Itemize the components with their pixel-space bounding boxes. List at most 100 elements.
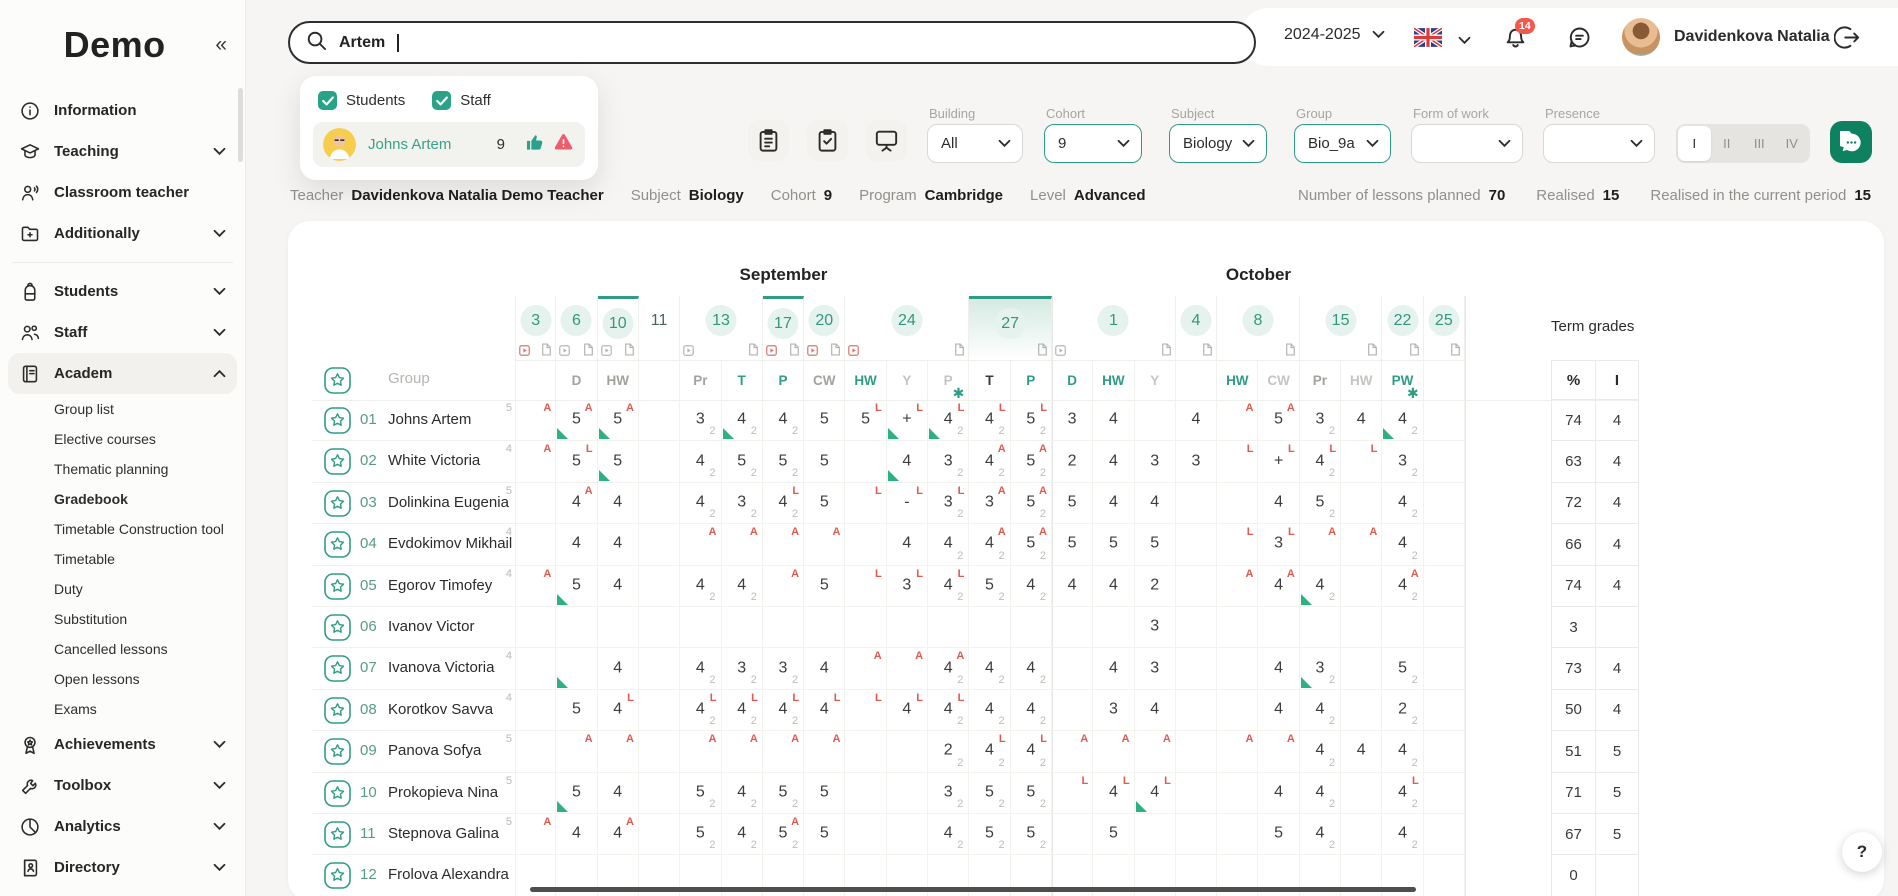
grade-cell[interactable]: A [515,441,556,482]
grade-cell[interactable]: 32 [1382,441,1423,482]
grade-cell[interactable]: A [845,648,886,689]
grade-cell[interactable]: 22 [1382,690,1423,731]
lesson-materials-icon[interactable] [541,343,552,356]
lesson-materials-icon[interactable] [748,343,759,356]
grade-cell[interactable] [639,773,680,814]
grade-cell[interactable]: 5L [556,441,597,482]
grade-cell[interactable] [845,524,886,565]
grade-cell[interactable]: 42 [680,441,721,482]
student-row[interactable]: 12Frolova Alexandra [312,855,515,896]
grade-cell[interactable]: 42A [969,441,1010,482]
grade-cell[interactable]: 4L [1093,773,1134,814]
grade-cell[interactable] [887,773,928,814]
grade-cell[interactable]: 52 [763,441,804,482]
lesson-materials-icon[interactable] [1202,343,1213,356]
grade-cell[interactable]: 3 [1135,607,1176,648]
grade-cell[interactable] [1424,855,1465,896]
grade-cell[interactable]: 5 [804,566,845,607]
grade-cell[interactable]: 4L [1135,773,1176,814]
period-tab-III[interactable]: III [1743,126,1776,161]
grade-cell[interactable]: 42 [763,400,804,441]
grade-cell[interactable]: 42L [928,400,969,441]
tasks-button[interactable] [807,120,848,161]
grade-cell[interactable]: 42 [722,566,763,607]
grade-cell[interactable]: 4A [1258,566,1299,607]
grade-cell[interactable]: 42L [722,690,763,731]
user-avatar[interactable] [1622,18,1660,56]
grade-cell[interactable] [1300,607,1341,648]
student-row[interactable]: 10Prokopieva Nina5 [312,773,515,814]
lesson-type-header[interactable]: CW [804,360,845,400]
student-name[interactable]: Ivanov Victor [388,618,474,635]
grade-cell[interactable] [1341,648,1382,689]
grade-cell[interactable]: 4 [1258,648,1299,689]
lesson-type-header[interactable]: T [722,360,763,400]
grade-cell[interactable]: 4 [887,524,928,565]
grade-cell[interactable]: 5 [1258,814,1299,855]
grade-cell[interactable]: L [845,566,886,607]
grade-cell[interactable] [887,607,928,648]
grade-cell[interactable]: 42L [763,483,804,524]
grade-cell[interactable] [515,607,556,648]
sidebar-subitem-elective-courses[interactable]: Elective courses [8,424,237,454]
sidebar-subitem-open-lessons[interactable]: Open lessons [8,664,237,694]
grade-cell[interactable]: 52 [680,814,721,855]
lesson-type-header[interactable]: CW [1258,360,1299,400]
grade-cell[interactable]: 42 [722,773,763,814]
grade-cell[interactable] [1424,566,1465,607]
date-header[interactable]: 3 [515,296,556,360]
grade-cell[interactable]: 42 [1011,566,1052,607]
grade-cell[interactable]: 5A [1258,400,1299,441]
horizontal-scrollbar[interactable] [530,887,1416,892]
grade-cell[interactable]: 4 [1176,400,1217,441]
grade-cell[interactable] [639,607,680,648]
chevron-down-icon[interactable] [1458,32,1471,50]
student-name[interactable]: Johns Artem [388,411,471,428]
grade-cell[interactable]: 4 [1258,690,1299,731]
filter-select-building[interactable]: BuildingAll [927,124,1023,163]
sidebar-subitem-cancelled-lessons[interactable]: Cancelled lessons [8,634,237,664]
grade-cell[interactable] [639,731,680,772]
logout-button[interactable] [1834,24,1861,56]
date-number[interactable]: 6 [561,305,592,336]
lesson-type-header[interactable]: PW✱ [1382,360,1423,400]
lesson-type-header[interactable]: HW [1093,360,1134,400]
lesson-type-header[interactable]: Pr [1300,360,1341,400]
grade-cell[interactable]: 5 [804,400,845,441]
filter-select-subject[interactable]: SubjectBiology [1169,124,1267,163]
sidebar-item-analytics[interactable]: Analytics [8,806,237,847]
checkbox-checked-icon[interactable] [432,91,451,110]
date-header[interactable]: 1 [1052,296,1176,360]
lesson-materials-icon[interactable] [1161,343,1172,356]
period-tab-I[interactable]: I [1678,126,1711,161]
sidebar-item-additionally[interactable]: Additionally [8,213,237,254]
grade-cell[interactable]: 4 [1341,731,1382,772]
grade-cell[interactable]: 42 [1300,731,1341,772]
video-lesson-icon[interactable] [683,345,694,356]
student-row[interactable]: 01Johns Artem5 [312,400,515,441]
grade-cell[interactable]: 4 [598,773,639,814]
grade-cell[interactable]: 32 [680,400,721,441]
date-number[interactable]: 10 [602,308,633,339]
grade-cell[interactable]: 4 [804,648,845,689]
grade-cell[interactable] [1052,607,1093,648]
grade-cell[interactable]: 42 [1011,690,1052,731]
student-badge-icon[interactable] [324,448,351,475]
grade-cell[interactable]: 42 [1382,483,1423,524]
grade-cell[interactable]: A [1217,566,1258,607]
grade-cell[interactable]: A [763,731,804,772]
grade-cell[interactable] [639,483,680,524]
search-filter-students[interactable]: Students [318,91,405,110]
grade-cell[interactable] [1217,690,1258,731]
grade-cell[interactable]: 42 [1382,731,1423,772]
sidebar-item-achievements[interactable]: Achievements [8,724,237,765]
grade-cell[interactable]: 32 [928,773,969,814]
grade-cell[interactable]: 4 [1341,400,1382,441]
grade-cell[interactable] [1424,731,1465,772]
grade-cell[interactable]: A [1217,731,1258,772]
grade-cell[interactable]: 5L [845,400,886,441]
date-number[interactable]: 3 [520,305,551,336]
grade-cell[interactable]: 42 [928,814,969,855]
grade-cell[interactable] [556,648,597,689]
grade-cell[interactable] [1341,814,1382,855]
